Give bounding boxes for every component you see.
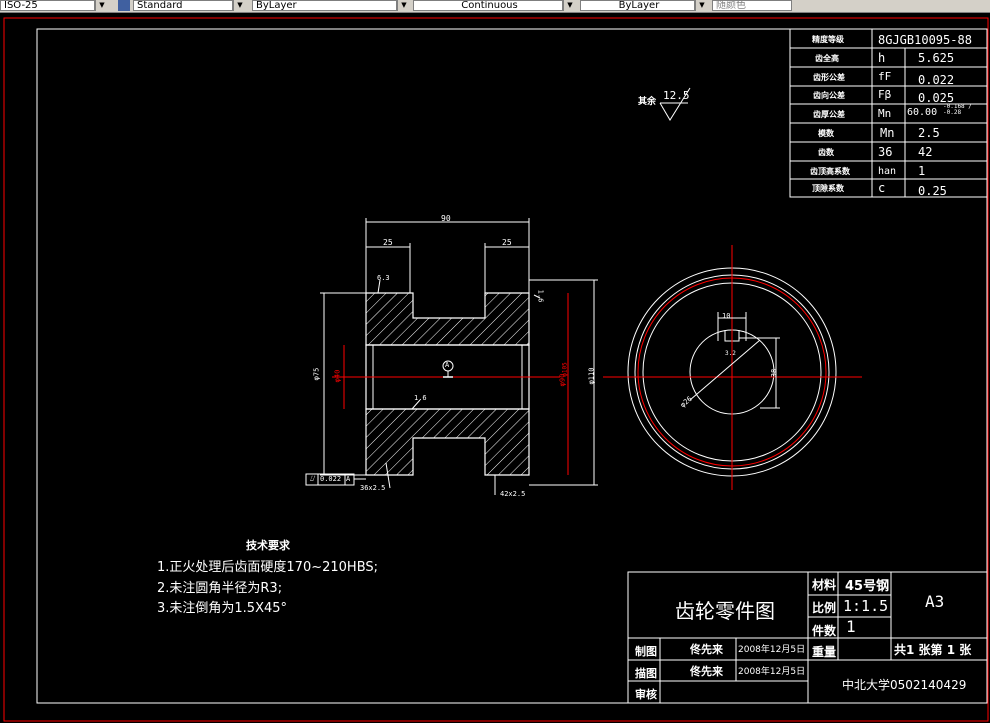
lower-section-hatch	[365, 408, 530, 476]
dim-key-width: 10	[722, 312, 731, 320]
plotstyle-select[interactable]: 随颜色	[712, 0, 792, 11]
qty-label: 件数	[812, 624, 837, 638]
drawn-label: 制图	[635, 645, 657, 658]
dim-chamfer-a: 6.3	[377, 274, 390, 282]
lineweight-select[interactable]: ByLayer	[580, 0, 695, 11]
param-sym-5: Mn	[880, 126, 895, 140]
param-sym-1: h	[878, 51, 886, 65]
param-value-5: 2.5	[918, 126, 940, 140]
param-value-2: 0.022	[918, 73, 955, 87]
chevron-down-icon[interactable]: ▼	[233, 0, 246, 11]
chevron-down-icon[interactable]: ▼	[95, 0, 108, 11]
param-label-0: 精度等级	[812, 35, 844, 44]
chevron-down-icon[interactable]: ▼	[397, 0, 410, 11]
upper-section-hatch	[365, 292, 530, 346]
param-value-0: 8GJGB10095-88	[878, 33, 972, 47]
qty-value: 1	[846, 617, 856, 636]
dim-left-hub: 25	[383, 238, 393, 247]
notes-title: 技术要求	[246, 539, 290, 552]
dim-chamfer-b: 1.6	[536, 289, 545, 303]
dim-pitch-dia-b: φ105	[561, 362, 569, 377]
param-label-3: 齿向公差	[813, 91, 845, 100]
dim-style-icon[interactable]	[118, 0, 130, 11]
param-sym-3: Fβ	[878, 88, 892, 101]
param-value2-4: -0.168 / -0.28	[943, 103, 972, 116]
param-value-8: 0.25	[918, 184, 947, 198]
param-label-7: 齿顶高系数	[810, 167, 850, 176]
sheet-size: A3	[925, 592, 945, 611]
dim-overall-width: 90	[441, 214, 451, 223]
param-sym-4: Mn	[878, 107, 892, 120]
tolerance-value: 0.022	[320, 475, 342, 483]
layer-select[interactable]: ByLayer	[252, 0, 397, 11]
linetype-select[interactable]: Continuous	[413, 0, 563, 11]
dim-hub-dia: φ75	[312, 367, 321, 381]
sheet-info: 共1 张第 1 张	[894, 643, 972, 657]
scale-value: 1:1.5	[843, 597, 889, 615]
weight-label: 重量	[812, 645, 837, 659]
traced-label: 描图	[635, 667, 657, 680]
chevron-down-icon[interactable]: ▼	[695, 0, 708, 11]
param-sym-2: fF	[878, 70, 892, 83]
dim-key-finish: 3.2	[725, 350, 736, 357]
flatness-icon: ⌰	[310, 474, 316, 483]
scale-label: 比例	[812, 601, 837, 615]
note-line-2: 2.未注圆角半径为R3;	[157, 581, 283, 596]
checked-label: 审核	[635, 688, 657, 701]
param-label-1: 齿全高	[815, 54, 839, 63]
param-sym-6: 36	[878, 145, 893, 159]
section-view	[305, 218, 598, 495]
param-value-1: 5.625	[918, 51, 955, 65]
dim-style-select[interactable]: Standard	[133, 0, 233, 11]
param-label-5: 模数	[818, 129, 834, 138]
param-label-8: 顶隙系数	[812, 184, 844, 193]
param-value-4: 60.00	[907, 107, 938, 118]
side-view	[603, 245, 862, 490]
traced-by: 佟先来	[690, 665, 723, 678]
material-value: 45号钢	[845, 579, 890, 594]
drawing-name: 齿轮零件图	[675, 599, 775, 623]
school-id: 中北大学0502140429	[842, 678, 967, 692]
dim-gear-a: 36x2.5	[360, 484, 386, 492]
note-line-3: 3.未注倒角为1.5X45°	[157, 601, 288, 616]
dim-key-depth: 38	[770, 368, 779, 378]
dim-chamfer-c: 1.6	[414, 394, 427, 402]
text-style-select[interactable]: ISO-25	[0, 0, 95, 11]
dim-right-hub: 25	[502, 238, 512, 247]
param-label-2: 齿形公差	[813, 73, 845, 82]
chevron-down-icon[interactable]: ▼	[563, 0, 576, 11]
param-sym-7: han	[878, 166, 897, 177]
drawn-by: 佟先来	[690, 643, 723, 656]
dim-gear-b: 42x2.5	[500, 490, 526, 498]
datum-label: A	[445, 361, 450, 369]
tolerance-ref: A	[346, 475, 351, 483]
roughness-value: 12.5	[663, 89, 690, 102]
drawn-date: 2008年12月5日	[738, 645, 806, 655]
param-sym-8: c	[878, 181, 886, 195]
material-label: 材料	[812, 578, 837, 592]
dim-outer-dia: φ110	[587, 367, 596, 385]
traced-date: 2008年12月5日	[738, 667, 806, 677]
roughness-label: 其余	[638, 97, 657, 107]
param-value-7: 1	[918, 164, 926, 178]
note-line-1: 1.正火处理后齿面硬度170~210HBS;	[157, 560, 379, 575]
param-value-6: 42	[918, 145, 933, 159]
param-label-4: 齿厚公差	[813, 110, 845, 119]
dim-bore-dia: φ40	[333, 369, 342, 383]
param-label-6: 齿数	[818, 148, 834, 157]
